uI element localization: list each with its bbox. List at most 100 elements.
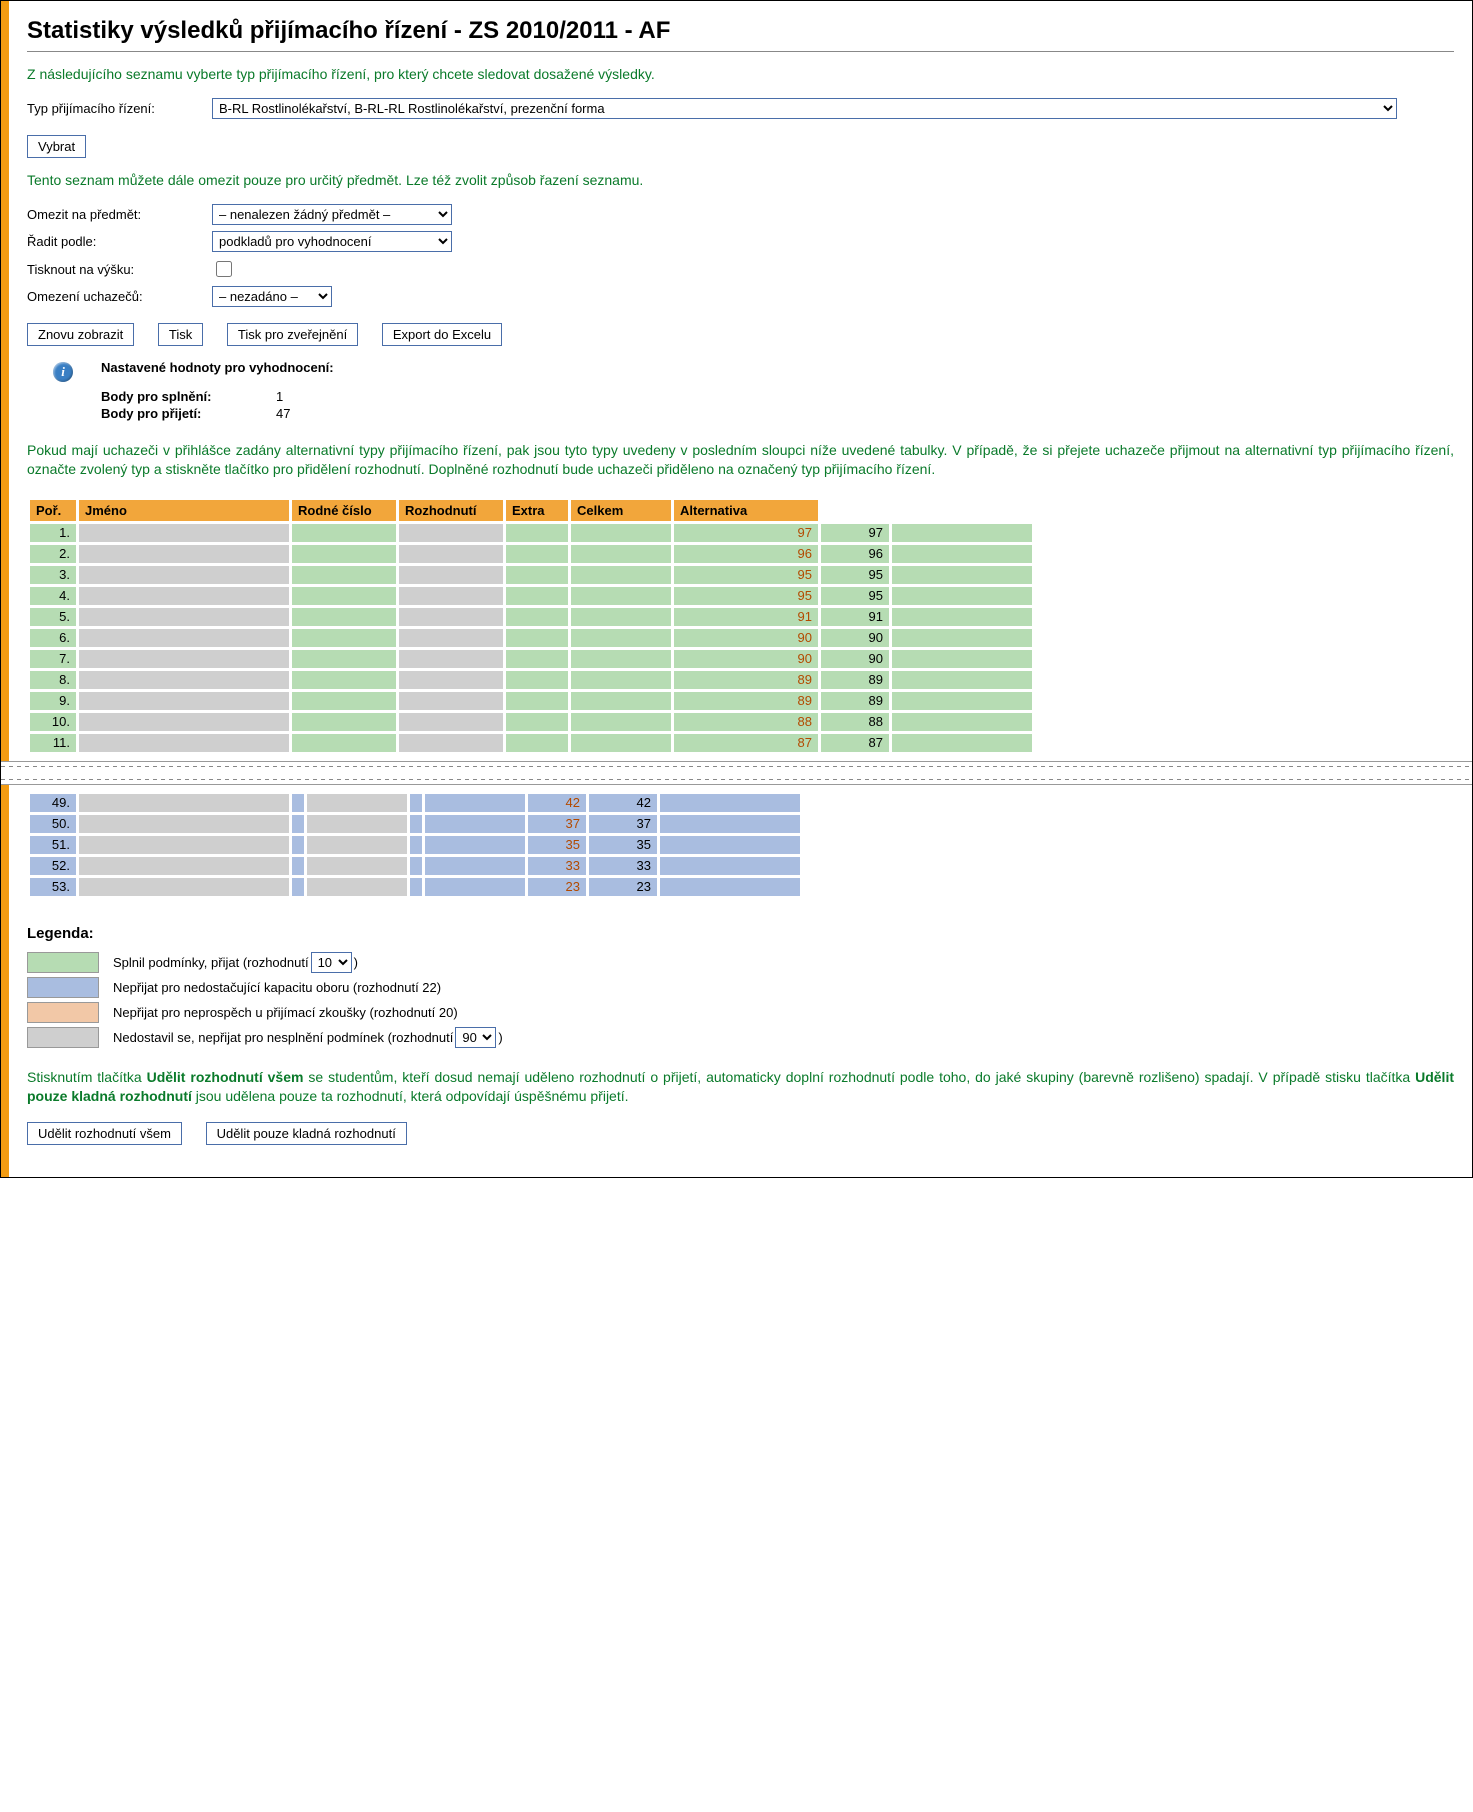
cell-alt	[892, 587, 1032, 605]
cell-jmeno	[79, 878, 289, 896]
alt-paragraph: Pokud mají uchazeči v přihlášce zadány a…	[27, 441, 1454, 479]
cell-sep	[506, 734, 568, 752]
cell-sep	[410, 815, 422, 833]
intro-text: Z následujícího seznamu vyberte typ přij…	[27, 66, 1454, 82]
table-row: 7.9090	[30, 650, 1032, 668]
accent-bar	[1, 1, 9, 1177]
cell-alt	[892, 566, 1032, 584]
info-icon: i	[53, 362, 73, 382]
cell-roz	[425, 794, 525, 812]
cell-extra: 37	[528, 815, 586, 833]
cell-celkem: 37	[589, 815, 657, 833]
assign-all-button[interactable]: Udělit rozhodnutí všem	[27, 1122, 182, 1145]
table-row: 6.9090	[30, 629, 1032, 647]
assign-positive-button[interactable]: Udělit pouze kladná rozhodnutí	[206, 1122, 407, 1145]
swatch-orange	[27, 1002, 99, 1023]
cell-roz	[425, 878, 525, 896]
cell-rc	[399, 629, 503, 647]
print-publish-button[interactable]: Tisk pro zveřejnění	[227, 323, 358, 346]
refresh-button[interactable]: Znovu zobrazit	[27, 323, 134, 346]
legend-green-post: )	[354, 955, 358, 970]
cell-roz	[425, 836, 525, 854]
cell-por: 49.	[30, 794, 76, 812]
cell-por: 10.	[30, 713, 76, 731]
cell-por: 8.	[30, 671, 76, 689]
cell-por: 9.	[30, 692, 76, 710]
cell-extra: 97	[674, 524, 818, 542]
cell-roz	[571, 566, 671, 584]
cell-rc	[399, 545, 503, 563]
cell-rc	[399, 713, 503, 731]
results-table-bottom: 49.424250.373751.353552.333353.2323	[27, 791, 803, 899]
cell-extra: 33	[528, 857, 586, 875]
cell-alt	[892, 650, 1032, 668]
cell-sep	[506, 671, 568, 689]
table-row: 51.3535	[30, 836, 800, 854]
limit-label: Omezení uchazečů:	[27, 289, 212, 304]
col-roz: Rozhodnutí	[399, 500, 503, 521]
cell-sep	[292, 587, 396, 605]
cell-roz	[571, 671, 671, 689]
table-row: 49.4242	[30, 794, 800, 812]
table-row: 10.8888	[30, 713, 1032, 731]
legend-green-select[interactable]: 10	[311, 952, 352, 973]
cell-alt	[892, 692, 1032, 710]
cell-por: 52.	[30, 857, 76, 875]
cell-extra: 42	[528, 794, 586, 812]
cell-sep	[292, 566, 396, 584]
cell-jmeno	[79, 650, 289, 668]
cell-jmeno	[79, 566, 289, 584]
cell-alt	[660, 857, 800, 875]
cell-extra: 89	[674, 692, 818, 710]
cell-extra: 35	[528, 836, 586, 854]
table-row: 3.9595	[30, 566, 1032, 584]
cell-celkem: 89	[821, 671, 889, 689]
cell-por: 53.	[30, 878, 76, 896]
cell-por: 3.	[30, 566, 76, 584]
cell-jmeno	[79, 587, 289, 605]
legend-grey-select[interactable]: 90	[455, 1027, 496, 1048]
cell-rc	[307, 857, 407, 875]
cell-rc	[399, 692, 503, 710]
cell-alt	[660, 815, 800, 833]
cell-sep	[506, 566, 568, 584]
cell-rc	[307, 878, 407, 896]
table-row: 11.8787	[30, 734, 1032, 752]
print-height-checkbox[interactable]	[216, 261, 232, 277]
cell-alt	[892, 734, 1032, 752]
cell-extra: 95	[674, 587, 818, 605]
cell-extra: 87	[674, 734, 818, 752]
cell-roz	[571, 692, 671, 710]
cell-celkem: 89	[821, 692, 889, 710]
sort-select[interactable]: podkladů pro vyhodnocení	[212, 231, 452, 252]
cell-sep	[292, 650, 396, 668]
pass-points-value: 1	[276, 389, 283, 404]
torn-separator	[1, 761, 1472, 785]
subject-select[interactable]: – nenalezen žádný předmět –	[212, 204, 452, 225]
print-button[interactable]: Tisk	[158, 323, 203, 346]
admission-type-select[interactable]: B-RL Rostlinolékařství, B-RL-RL Rostlino…	[212, 98, 1397, 119]
limit-select[interactable]: – nezadáno –	[212, 286, 332, 307]
cell-celkem: 90	[821, 650, 889, 668]
cell-alt	[892, 629, 1032, 647]
cell-sep	[292, 629, 396, 647]
cell-extra: 95	[674, 566, 818, 584]
cell-sep	[292, 545, 396, 563]
select-button[interactable]: Vybrat	[27, 135, 86, 158]
cell-roz	[571, 608, 671, 626]
cell-roz	[571, 713, 671, 731]
cell-por: 11.	[30, 734, 76, 752]
cell-sep	[292, 524, 396, 542]
cell-sep	[410, 836, 422, 854]
cell-por: 1.	[30, 524, 76, 542]
cell-celkem: 96	[821, 545, 889, 563]
cell-jmeno	[79, 692, 289, 710]
cell-sep	[292, 671, 396, 689]
cell-rc	[307, 815, 407, 833]
cell-roz	[571, 629, 671, 647]
filter-intro: Tento seznam můžete dále omezit pouze pr…	[27, 172, 1454, 188]
export-excel-button[interactable]: Export do Excelu	[382, 323, 502, 346]
cell-roz	[571, 524, 671, 542]
cell-jmeno	[79, 545, 289, 563]
cell-roz	[571, 650, 671, 668]
